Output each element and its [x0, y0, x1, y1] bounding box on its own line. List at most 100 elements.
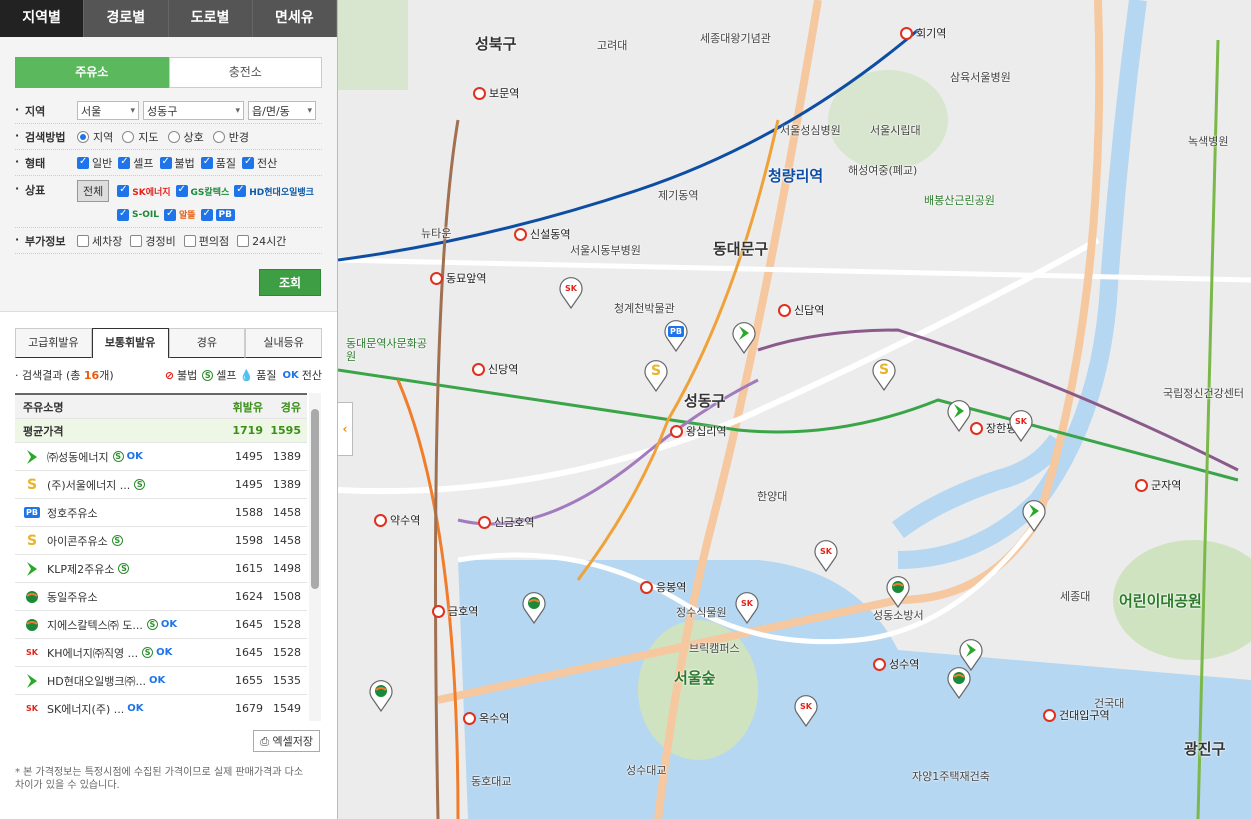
brand-hd[interactable]: HD현대오일뱅크: [234, 180, 314, 202]
tab-road[interactable]: 도로별: [168, 0, 253, 37]
legend: ⊘ 불법 S 셀프 💧 품질 OK 전산: [164, 368, 322, 383]
station-sindang[interactable]: 신당역: [472, 361, 518, 377]
method-radius[interactable]: 반경: [212, 129, 249, 145]
station-seongsu[interactable]: 성수역: [873, 656, 919, 672]
gu-select[interactable]: 성동구: [143, 101, 244, 120]
sk-energy-icon: SK: [26, 704, 38, 713]
type-illegal[interactable]: 불법: [159, 155, 195, 171]
brand-all-button[interactable]: 전체: [77, 180, 110, 202]
station-map-pin[interactable]: [1021, 498, 1047, 533]
station-map-pin[interactable]: S: [871, 357, 897, 392]
station-gunja[interactable]: 군자역: [1135, 477, 1181, 493]
station-wangsimni[interactable]: 왕십리역: [670, 423, 726, 439]
station-list: 주유소명 휘발유 경유 평균가격 1719 1595 ㈜성동에너지 S OK 1495…: [15, 393, 307, 721]
type-self[interactable]: 셀프: [118, 155, 154, 171]
station-map-pin[interactable]: [946, 665, 972, 700]
station-oksu[interactable]: 옥수역: [463, 710, 509, 726]
list-item[interactable]: PB 정호주유소 1588 1458: [15, 499, 307, 527]
station-sinseoldong[interactable]: 신설동역: [514, 226, 570, 242]
gasoline-price: 1588: [235, 506, 263, 519]
gs-caltex-icon: [23, 617, 41, 633]
station-hoegi[interactable]: 회기역: [900, 25, 946, 41]
ok-icon: OK: [148, 675, 166, 686]
station-map-pin[interactable]: SK: [793, 693, 819, 728]
station-map-pin[interactable]: [885, 574, 911, 609]
station-map-pin[interactable]: [521, 590, 547, 625]
sido-select[interactable]: 서울: [77, 101, 139, 120]
list-scrollbar[interactable]: [309, 393, 321, 721]
map-view[interactable]: 성북구 동대문구 성동구 광진구 회기역 보문역 신설동역 동묘앞역 신당역 신…: [338, 0, 1251, 819]
tab-region[interactable]: 지역별: [0, 0, 85, 37]
station-map-pin[interactable]: [368, 678, 394, 713]
brand-pb[interactable]: PB: [200, 208, 235, 221]
station-map-pin[interactable]: SK: [734, 590, 760, 625]
collapse-panel-button[interactable]: ‹: [338, 402, 353, 456]
extra-store[interactable]: 편의점: [183, 233, 229, 249]
list-item[interactable]: SK SK에너지(주) ... OK 1679 1549: [15, 695, 307, 721]
station-map-pin[interactable]: SK: [1008, 408, 1034, 443]
extra-carwash[interactable]: 세차장: [77, 233, 122, 249]
station-map-pin[interactable]: PB: [663, 318, 689, 353]
place-seongsu-bridge: 성수대교: [626, 764, 667, 777]
gasoline-price: 1624: [235, 590, 263, 603]
brand-sk[interactable]: SK에너지: [117, 180, 171, 202]
brand-soil[interactable]: S-OIL: [117, 208, 159, 221]
place-seongsim-hospital: 서울성심병원: [780, 124, 841, 137]
extra-repair[interactable]: 경정비: [130, 233, 176, 249]
station-name: 아이콘주유소: [47, 534, 108, 548]
tab-regular-gasoline[interactable]: 보통휘발유: [91, 328, 169, 358]
method-name[interactable]: 상호: [167, 129, 204, 145]
extra-label: 부가정보: [15, 233, 77, 249]
tab-gas-station[interactable]: 주유소: [15, 57, 169, 88]
gasoline-price: 1495: [235, 450, 263, 463]
station-geumho[interactable]: 금호역: [432, 603, 478, 619]
list-item[interactable]: HD현대오일뱅크㈜... OK 1655 1535: [15, 667, 307, 695]
station-singeumho[interactable]: 신금호역: [478, 514, 534, 530]
list-item[interactable]: S (주)서울에너지 ... S 1495 1389: [15, 471, 307, 499]
excel-save-button[interactable]: ⎙ 엑셀저장: [253, 730, 320, 752]
station-sindap[interactable]: 신답역: [778, 302, 824, 318]
gasoline-price: 1495: [235, 478, 263, 491]
brand-gs[interactable]: GS칼텍스: [175, 180, 229, 202]
list-item[interactable]: 동일주유소 1624 1508: [15, 583, 307, 611]
type-online[interactable]: 전산: [242, 155, 277, 171]
brand-altteul[interactable]: 알뜰: [163, 208, 196, 221]
sk-energy-icon: SK: [565, 283, 577, 293]
station-dongmyo[interactable]: 동묘앞역: [430, 270, 486, 286]
illegal-icon: ⊘: [164, 368, 175, 382]
station-map-pin[interactable]: S: [643, 358, 669, 393]
extra-row: 부가정보 세차장 경정비 편의점 24시간: [15, 228, 322, 254]
list-item[interactable]: S 아이콘주유소 S 1598 1458: [15, 527, 307, 555]
list-item[interactable]: SK KH에너지㈜직영 ... S OK 1645 1528: [15, 639, 307, 667]
tab-taxfree[interactable]: 면세유: [252, 0, 337, 37]
type-quality[interactable]: 품질: [200, 155, 236, 171]
method-map[interactable]: 지도: [122, 129, 159, 145]
tab-diesel[interactable]: 경유: [168, 328, 246, 358]
station-map-pin[interactable]: SK: [813, 538, 839, 573]
station-map-pin[interactable]: SK: [558, 275, 584, 310]
station-map-pin[interactable]: [731, 320, 757, 355]
list-item[interactable]: 지에스칼텍스㈜ 도... S OK 1645 1528: [15, 611, 307, 639]
ok-icon: OK: [156, 647, 173, 658]
station-eungbong[interactable]: 응봉역: [640, 579, 686, 595]
place-cheonggye-museum: 청계천박물관: [614, 302, 675, 315]
tab-route[interactable]: 경로별: [84, 0, 169, 37]
station-yaksu[interactable]: 약수역: [374, 512, 420, 528]
tab-kerosene[interactable]: 실내등유: [245, 328, 322, 358]
dong-select[interactable]: 읍/면/동: [248, 101, 316, 120]
gasoline-price: 1679: [235, 702, 263, 715]
extra-24h[interactable]: 24시간: [237, 233, 286, 249]
list-item[interactable]: KLP제2주유소 S 1615 1498: [15, 555, 307, 583]
search-button[interactable]: 조회: [259, 269, 321, 296]
tab-premium-gasoline[interactable]: 고급휘발유: [15, 328, 92, 358]
place-baebongsan-park: 배봉산근린공원: [924, 194, 995, 207]
station-map-pin[interactable]: [946, 398, 972, 433]
station-bomun[interactable]: 보문역: [473, 85, 519, 101]
type-general[interactable]: 일반: [77, 155, 112, 171]
tab-charging-station[interactable]: 충전소: [168, 57, 322, 88]
place-seoul-forest: 서울숲: [674, 669, 716, 687]
method-region[interactable]: 지역: [77, 129, 113, 145]
list-item[interactable]: ㈜성동에너지 S OK 1495 1389: [15, 443, 307, 471]
hd-oilbank-icon: [962, 642, 980, 658]
diesel-price: 1458: [273, 506, 301, 519]
